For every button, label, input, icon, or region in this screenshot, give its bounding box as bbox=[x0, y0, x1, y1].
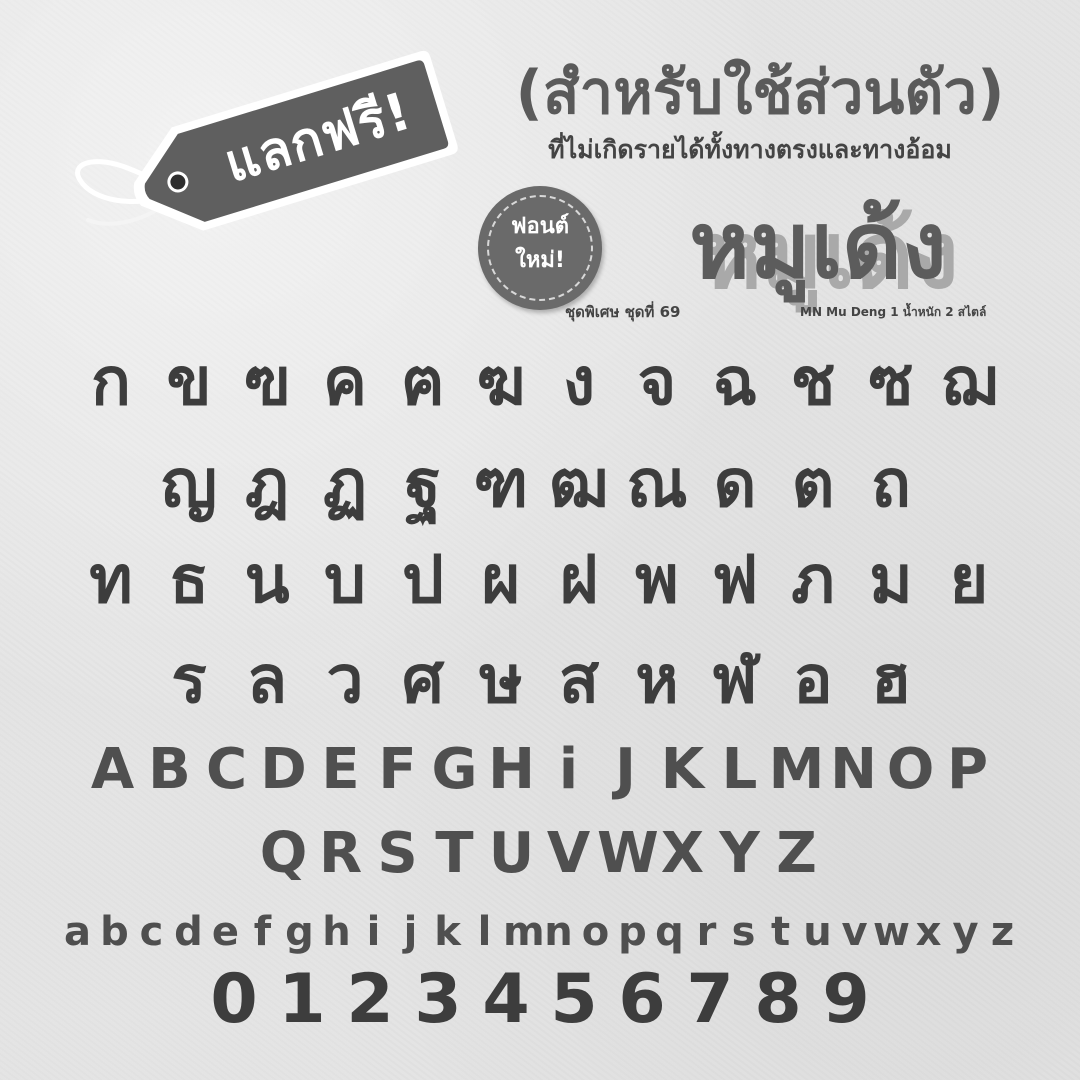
glyph: ฒ bbox=[549, 445, 609, 522]
glyph: ฅ bbox=[400, 343, 446, 420]
new-font-badge: ฟอนต์ ใหม่! bbox=[478, 186, 602, 310]
glyph: ฟ bbox=[711, 541, 759, 618]
glyph: ย bbox=[949, 541, 989, 618]
glyph: 9 bbox=[822, 960, 870, 1039]
glyph: ฃ bbox=[243, 343, 291, 420]
glyph: 4 bbox=[482, 960, 530, 1039]
font-name-title: หมูเด้ง หมูเด้ง bbox=[618, 188, 1018, 309]
glyph: ป bbox=[402, 541, 444, 618]
glyph: ฌ bbox=[940, 343, 998, 420]
heading-no-income: ที่ไม่เกิดรายได้ทั้งทางตรงและทางอ้อม bbox=[548, 135, 952, 164]
badge-line-2: ใหม่! bbox=[515, 248, 565, 273]
glyph: ส bbox=[558, 641, 600, 718]
glyph: G bbox=[431, 737, 478, 802]
glyph: L bbox=[721, 737, 758, 802]
glyph: ฮ bbox=[870, 641, 912, 718]
badge-line-1: ฟอนต์ bbox=[510, 214, 570, 239]
glyph: ธ bbox=[168, 541, 210, 618]
glyph: ต bbox=[791, 445, 835, 522]
glyph: ฏ bbox=[322, 445, 368, 522]
glyph: ค bbox=[322, 343, 368, 420]
glyph: M bbox=[768, 737, 825, 802]
glyph: ณ bbox=[626, 445, 688, 522]
glyph: A bbox=[90, 737, 135, 802]
glyph: 0 bbox=[210, 960, 258, 1039]
glyph: ซ bbox=[868, 343, 914, 420]
glyph: ข bbox=[166, 343, 212, 420]
glyph: F bbox=[378, 737, 417, 802]
glyph: N bbox=[830, 737, 877, 802]
glyph: R bbox=[318, 821, 363, 886]
glyph: ผ bbox=[481, 541, 521, 618]
badge-text: ฟอนต์ ใหม่! bbox=[478, 210, 602, 278]
glyph: ช bbox=[790, 343, 836, 420]
glyph: ษ bbox=[479, 641, 523, 718]
glyph: ท bbox=[89, 541, 133, 618]
thai-glyph-row-1: กขฃคฅฆงจฉชซฌ bbox=[0, 332, 1080, 432]
heading-personal-use: (สำหรับใช้ส่วนตัว) bbox=[515, 58, 1005, 128]
glyph: ล bbox=[246, 641, 288, 718]
glyph: ห bbox=[635, 641, 679, 718]
glyph: Q bbox=[259, 821, 308, 886]
glyph: ญ bbox=[160, 445, 218, 522]
glyph: X bbox=[660, 821, 705, 886]
glyph: จ bbox=[637, 343, 677, 420]
glyph: ง bbox=[562, 343, 596, 420]
glyph: V bbox=[546, 821, 591, 886]
glyph: 6 bbox=[618, 960, 666, 1039]
series-info: ชุดพิเศษ ชุดที่ 69 bbox=[565, 303, 681, 321]
glyph: อ bbox=[793, 641, 833, 718]
thai-glyph-row-4: รลวศษสหฬอฮ bbox=[0, 630, 1080, 730]
glyph: Z bbox=[776, 821, 817, 886]
glyph: ภ bbox=[791, 541, 835, 618]
glyph: S bbox=[377, 821, 418, 886]
font-weight-info: MN Mu Deng 1 น้ำหนัก 2 สไตล์ bbox=[800, 305, 987, 319]
glyph: E bbox=[321, 737, 360, 802]
glyph: Y bbox=[719, 821, 760, 886]
glyph: น bbox=[244, 541, 290, 618]
glyph: บ bbox=[324, 541, 366, 618]
glyph: ว bbox=[326, 641, 364, 718]
glyph: W bbox=[597, 821, 659, 886]
digits-row: 0123456789 bbox=[0, 952, 1080, 1048]
thai-glyph-row-3: ทธนบปผฝพฟภมย bbox=[0, 530, 1080, 630]
glyph: T bbox=[435, 821, 474, 886]
glyph: H bbox=[488, 737, 535, 802]
glyph: ก bbox=[91, 343, 131, 420]
glyph: ฐ bbox=[404, 445, 442, 522]
free-tag: แลกฟรี! bbox=[52, 50, 458, 260]
glyph: ฉ bbox=[712, 343, 758, 420]
glyph: U bbox=[488, 821, 535, 886]
uppercase-row-1: ABCDEFGHiJKLMNOP bbox=[0, 728, 1080, 812]
glyph: i bbox=[558, 737, 579, 802]
glyph: B bbox=[148, 737, 191, 802]
glyph: C bbox=[205, 737, 248, 802]
glyph: 2 bbox=[346, 960, 394, 1039]
glyph: พ bbox=[635, 541, 679, 618]
glyph: ด bbox=[713, 445, 757, 522]
font-name-text: หมูเด้ง bbox=[689, 192, 947, 299]
glyph: 7 bbox=[686, 960, 734, 1039]
glyph: O bbox=[886, 737, 935, 802]
glyph: ถ bbox=[871, 445, 911, 522]
glyph: ฝ bbox=[559, 541, 599, 618]
glyph: J bbox=[615, 737, 636, 802]
glyph: 5 bbox=[550, 960, 598, 1039]
glyph: P bbox=[946, 737, 989, 802]
glyph: ร bbox=[171, 641, 207, 718]
uppercase-row-2: QRSTUVWXYZ bbox=[0, 812, 1080, 896]
thai-glyph-row-2: ญฎฏฐฑฒณดตถ bbox=[0, 434, 1080, 534]
glyph: ฬ bbox=[712, 641, 758, 718]
glyph: 8 bbox=[754, 960, 802, 1039]
glyph: ฆ bbox=[476, 343, 526, 420]
glyph: D bbox=[260, 737, 307, 802]
glyph: ฑ bbox=[473, 445, 529, 522]
glyph: ศ bbox=[402, 641, 444, 718]
glyph: 3 bbox=[414, 960, 462, 1039]
glyph: ม bbox=[869, 541, 913, 618]
glyph: 1 bbox=[278, 960, 326, 1039]
glyph: K bbox=[660, 737, 705, 802]
glyph: ฎ bbox=[244, 445, 290, 522]
